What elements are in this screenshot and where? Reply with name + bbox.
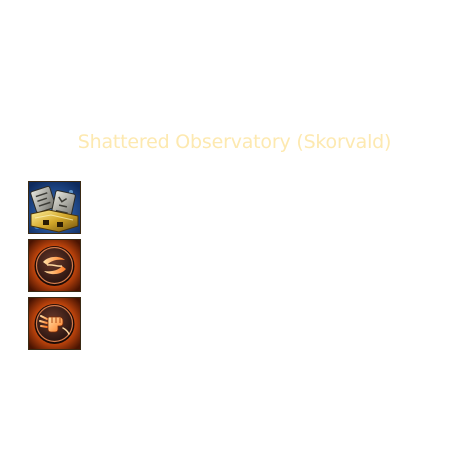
affix-icon-slot-3[interactable]: [28, 297, 81, 350]
stone-tablets-icon: [29, 182, 80, 233]
affix-icon-slot-2[interactable]: [28, 239, 81, 292]
dungeon-title: Shattered Observatory (Skorvald): [77, 131, 392, 153]
punch-fist-icon: [29, 298, 80, 349]
affix-icon-slot-1[interactable]: [28, 181, 81, 234]
dash-swirl-icon: [29, 240, 80, 291]
